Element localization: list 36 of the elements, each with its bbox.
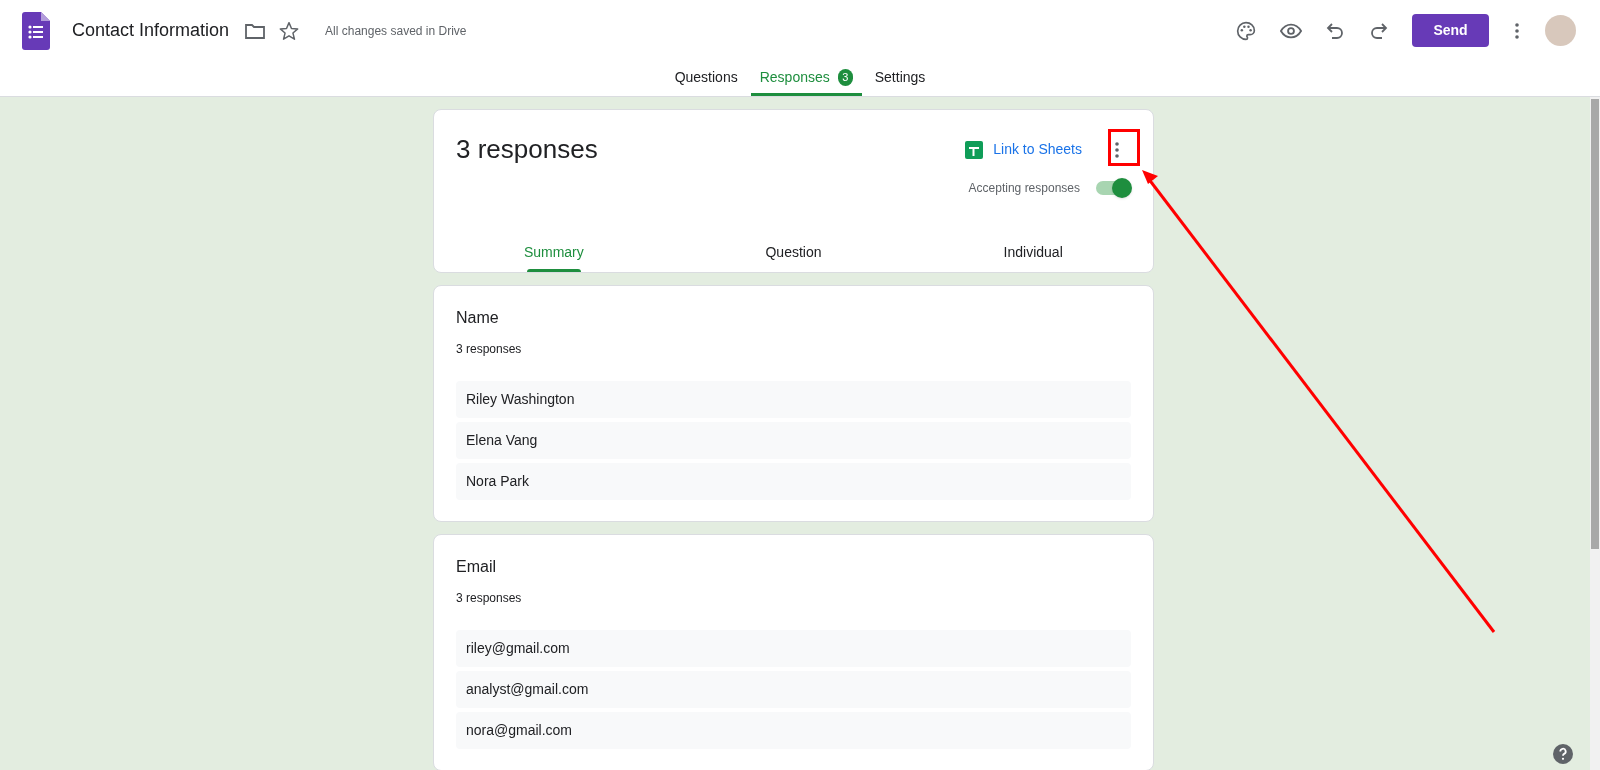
tab[interactable]: Settings [865,61,935,96]
answer-row: nora@gmail.com [456,712,1131,749]
view-tab[interactable]: Question [673,230,914,272]
sheets-icon [965,140,984,159]
star-icon[interactable] [279,21,300,40]
help-icon[interactable] [1553,744,1573,764]
highlight-box [1108,129,1140,166]
answer-row: riley@gmail.com [456,630,1131,667]
question-title: Name [456,308,500,328]
response-count: 3 responses [456,341,523,358]
answer-row: analyst@gmail.com [456,671,1131,708]
response-count: 3 responses [456,590,523,607]
answer-row: Elena Vang [456,422,1131,459]
answer-row: Riley Washington [456,381,1131,418]
redo-icon[interactable] [1370,22,1388,39]
send-button[interactable]: Send [1412,14,1489,47]
responses-count-title: 3 responses [456,133,598,166]
accepting-responses-toggle[interactable] [1096,177,1132,199]
tab[interactable]: Responses 3 [750,61,862,96]
preview-eye-icon[interactable] [1280,22,1302,39]
palette-icon[interactable] [1236,20,1256,41]
question-title: Email [456,557,497,577]
view-tab[interactable]: Individual [913,230,1153,272]
scrollbar[interactable] [1590,97,1600,770]
folder-icon[interactable] [245,22,266,39]
count-badge: 3 [837,68,853,86]
form-title[interactable]: Contact Information [72,17,230,44]
more-options-icon[interactable] [1515,22,1519,39]
forms-logo-icon[interactable] [22,11,50,50]
answer-row: Nora Park [456,463,1131,500]
accepting-responses-label: Accepting responses [968,180,1080,197]
undo-icon[interactable] [1326,22,1344,39]
save-status: All changes saved in Drive [325,22,467,40]
view-tab[interactable]: Summary [434,230,674,272]
link-to-sheets-link[interactable]: Link to Sheets [965,139,1082,160]
tab[interactable]: Questions [665,61,747,96]
